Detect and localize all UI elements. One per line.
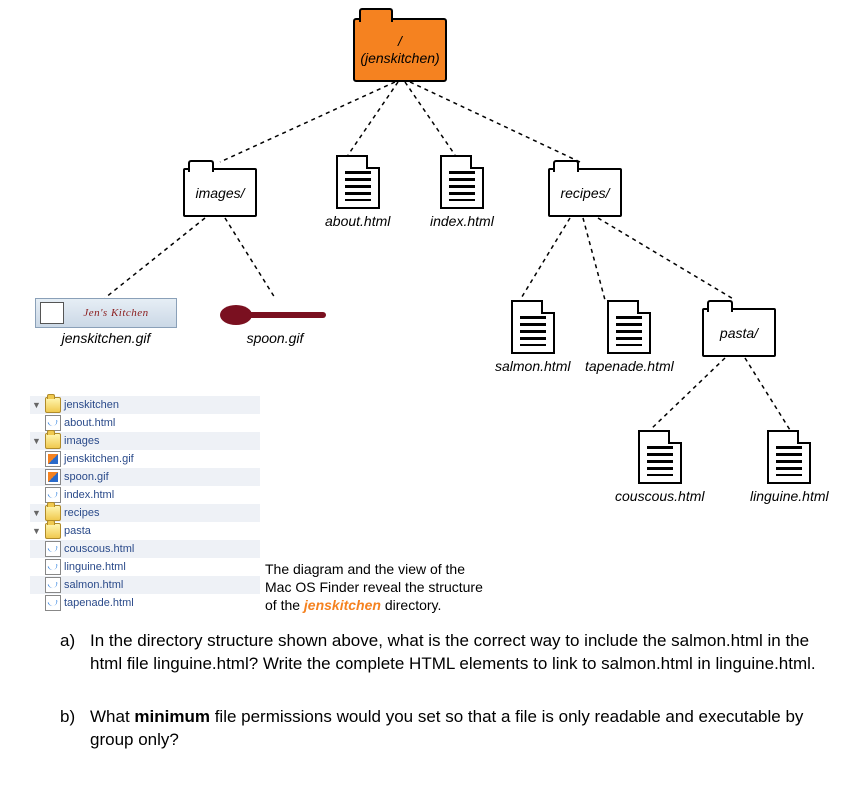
about-label: about.html — [325, 213, 390, 229]
finder-spoon: spoon.gif — [64, 471, 109, 483]
finder-tapenade: tapenade.html — [64, 597, 134, 609]
salmon-file: salmon.html — [495, 300, 570, 374]
tapenade-label: tapenade.html — [585, 358, 674, 374]
jenskitchen-gif-node: Jen's Kitchen jenskitchen.gif — [35, 298, 177, 346]
question-a-text: In the directory structure shown above, … — [90, 630, 820, 676]
finder-row: salmon.html — [30, 576, 260, 594]
html-file-icon — [45, 541, 61, 557]
root-folder: / (jenskitchen) — [353, 18, 447, 82]
finder-row: about.html — [30, 414, 260, 432]
html-file-icon — [45, 487, 61, 503]
finder-row: linguine.html — [30, 558, 260, 576]
finder-row: ▼ recipes — [30, 504, 260, 522]
finder-row: spoon.gif — [30, 468, 260, 486]
finder-recipes: recipes — [64, 507, 99, 519]
disclosure-triangle-icon: ▼ — [32, 508, 42, 518]
question-b-text: What minimum file permissions would you … — [90, 706, 820, 752]
disclosure-triangle-icon: ▼ — [32, 526, 42, 536]
finder-images: images — [64, 435, 99, 447]
question-b: b) What minimum file permissions would y… — [60, 706, 820, 752]
finder-row: ▼ jenskitchen — [30, 396, 260, 414]
question-b-pre: What — [90, 707, 134, 726]
caption-highlight: jenskitchen — [304, 597, 381, 613]
linguine-file: linguine.html — [750, 430, 829, 504]
images-label: images/ — [195, 185, 244, 201]
finder-row: ▼ pasta — [30, 522, 260, 540]
recipes-label: recipes/ — [560, 185, 609, 201]
folder-icon — [45, 397, 61, 413]
diagram-caption: The diagram and the view of the Mac OS F… — [265, 560, 515, 615]
caption-line3-post: directory. — [381, 597, 441, 613]
questions: a) In the directory structure shown abov… — [60, 630, 820, 782]
jenskitchen-gif-label: jenskitchen.gif — [35, 330, 177, 346]
finder-index: index.html — [64, 489, 114, 501]
root-slash: / — [398, 33, 402, 50]
file-icon — [767, 430, 811, 484]
jenskitchen-thumbnail: Jen's Kitchen — [35, 298, 177, 328]
salmon-label: salmon.html — [495, 358, 570, 374]
linguine-label: linguine.html — [750, 488, 829, 504]
html-file-icon — [45, 595, 61, 611]
folder-icon — [45, 523, 61, 539]
disclosure-triangle-icon: ▼ — [32, 400, 42, 410]
tapenade-file: tapenade.html — [585, 300, 674, 374]
question-b-bold: minimum — [134, 707, 210, 726]
question-b-letter: b) — [60, 706, 90, 752]
finder-salmon: salmon.html — [64, 579, 123, 591]
index-file: index.html — [430, 155, 494, 229]
finder-row: ▼ images — [30, 432, 260, 450]
question-a: a) In the directory structure shown abov… — [60, 630, 820, 676]
finder-row: tapenade.html — [30, 594, 260, 612]
caption-line1: The diagram and the view of the — [265, 561, 465, 577]
about-file: about.html — [325, 155, 390, 229]
spoon-gif-node: spoon.gif — [220, 298, 330, 346]
index-label: index.html — [430, 213, 494, 229]
couscous-file: couscous.html — [615, 430, 704, 504]
disclosure-triangle-icon: ▼ — [32, 436, 42, 446]
diagram-canvas: / (jenskitchen) images/ about.html index… — [0, 0, 862, 811]
images-folder: images/ — [183, 168, 257, 217]
finder-jkgif: jenskitchen.gif — [64, 453, 134, 465]
finder-linguine: linguine.html — [64, 561, 126, 573]
file-icon — [440, 155, 484, 209]
folder-icon: pasta/ — [702, 308, 776, 357]
finder-jenskitchen: jenskitchen — [64, 399, 119, 411]
spoon-image — [220, 298, 330, 328]
html-file-icon — [45, 415, 61, 431]
finder-row: index.html — [30, 486, 260, 504]
file-icon — [638, 430, 682, 484]
spoon-gif-label: spoon.gif — [220, 330, 330, 346]
couscous-label: couscous.html — [615, 488, 704, 504]
recipes-folder: recipes/ — [548, 168, 622, 217]
root-name: (jenskitchen) — [360, 50, 439, 67]
folder-icon: images/ — [183, 168, 257, 217]
folder-icon — [45, 505, 61, 521]
question-a-letter: a) — [60, 630, 90, 676]
finder-row: jenskitchen.gif — [30, 450, 260, 468]
finder-tree: ▼ jenskitchen about.html ▼ images jenskitc… — [30, 396, 260, 612]
file-icon — [336, 155, 380, 209]
caption-line2: Mac OS Finder reveal the structure — [265, 579, 483, 595]
file-icon — [607, 300, 651, 354]
html-file-icon — [45, 559, 61, 575]
image-file-icon — [45, 469, 61, 485]
folder-icon: / (jenskitchen) — [353, 18, 447, 82]
finder-pasta: pasta — [64, 525, 91, 537]
folder-icon — [45, 433, 61, 449]
pasta-folder: pasta/ — [702, 308, 776, 357]
finder-about: about.html — [64, 417, 115, 429]
html-file-icon — [45, 577, 61, 593]
image-file-icon — [45, 451, 61, 467]
caption-line3-pre: of the — [265, 597, 304, 613]
folder-icon: recipes/ — [548, 168, 622, 217]
jk-thumb-text: Jen's Kitchen — [83, 307, 148, 319]
finder-row: couscous.html — [30, 540, 260, 558]
pasta-label: pasta/ — [720, 325, 758, 341]
finder-couscous: couscous.html — [64, 543, 134, 555]
file-icon — [511, 300, 555, 354]
